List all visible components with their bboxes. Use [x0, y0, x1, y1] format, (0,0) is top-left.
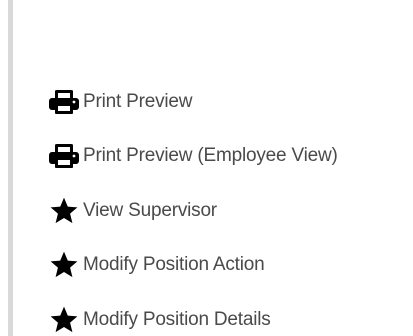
star-icon — [45, 197, 83, 224]
left-border-rule — [8, 0, 13, 336]
modify-position-details-label: Modify Position Details — [83, 308, 271, 330]
modify-position-action-link[interactable]: Modify Position Action — [45, 251, 338, 279]
modify-position-details-link[interactable]: Modify Position Details — [45, 306, 338, 333]
star-icon — [45, 251, 83, 279]
actions-menu: Print Preview Print Preview (Employee Vi… — [45, 88, 338, 333]
print-preview-link[interactable]: Print Preview — [45, 88, 338, 115]
star-icon — [45, 306, 83, 333]
print-icon — [45, 143, 83, 170]
modify-position-action-label: Modify Position Action — [83, 254, 265, 275]
print-icon — [45, 88, 83, 115]
print-preview-employee-view-link[interactable]: Print Preview (Employee View) — [45, 143, 338, 170]
print-preview-employee-view-label: Print Preview (Employee View) — [83, 145, 338, 166]
print-preview-label: Print Preview — [83, 90, 193, 112]
view-supervisor-link[interactable]: View Supervisor — [45, 197, 338, 224]
view-supervisor-label: View Supervisor — [83, 199, 217, 221]
